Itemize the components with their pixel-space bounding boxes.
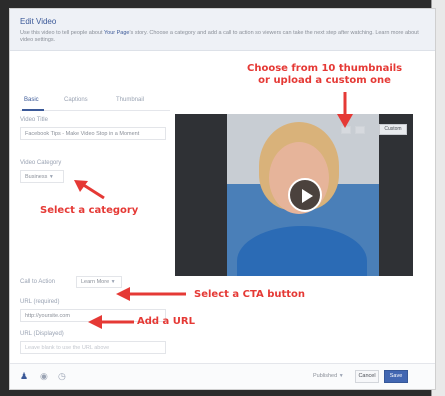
annotation-cta: Select a CTA button [194, 289, 306, 300]
play-icon[interactable] [288, 178, 322, 212]
annotation-category-arrow [74, 180, 105, 200]
publish-status-value: Published [313, 373, 338, 379]
video-title-label: Video Title [20, 117, 48, 123]
annotation-url: Add a URL [137, 316, 195, 327]
dialog-footer: ♟ ◉ ◷ Published ▼ Cancel Save [10, 363, 435, 389]
clock-icon[interactable]: ◷ [58, 371, 66, 382]
dialog-intro: Use this video to tell people about Your… [20, 30, 420, 44]
video-preview[interactable]: Custom [175, 114, 413, 276]
url-label: URL (required) [20, 299, 60, 305]
dialog-header: Edit Video Use this video to tell people… [10, 9, 435, 51]
annotation-thumbnails-line2: or upload a custom one [258, 75, 391, 86]
tab-basic[interactable]: Basic [24, 97, 39, 103]
custom-thumbnail-button[interactable]: Custom [379, 124, 407, 135]
annotation-url-arrow [88, 315, 134, 329]
annotation-thumbnails-arrow [337, 92, 353, 128]
annotation-thumbnails: Choose from 10 thumbnails or upload a cu… [247, 63, 402, 87]
active-tab-indicator [22, 109, 44, 111]
video-category-label: Video Category [20, 160, 62, 166]
tab-thumbnail[interactable]: Thumbnail [116, 97, 144, 103]
video-subject-shirt [237, 226, 367, 276]
tab-bar: Basic Captions Thumbnail [20, 95, 170, 111]
page-name-link[interactable]: Your Page [104, 30, 130, 36]
save-button[interactable]: Save [384, 370, 408, 383]
video-category-value: Business [25, 174, 48, 180]
video-title-input[interactable]: Facebook Tips - Make Video Stop in a Mom… [20, 127, 166, 140]
cancel-button[interactable]: Cancel [355, 370, 379, 383]
annotation-category: Select a category [40, 205, 139, 216]
chevron-down-icon: ▼ [338, 373, 344, 379]
chevron-down-icon: ▼ [110, 279, 116, 285]
cta-label: Call to Action [20, 279, 56, 285]
publish-status-select[interactable]: Published ▼ [313, 373, 344, 379]
chevron-down-icon: ▼ [48, 174, 54, 180]
video-frame [227, 114, 379, 276]
cta-value: Learn More [81, 279, 110, 285]
video-category-select[interactable]: Business ▼ [20, 170, 64, 183]
annotation-cta-arrow [116, 287, 186, 301]
tab-captions[interactable]: Captions [64, 97, 88, 103]
display-url-label: URL (Displayed) [20, 331, 64, 337]
dialog-title: Edit Video [20, 17, 57, 26]
intro-prefix: Use this video to tell people about [20, 30, 104, 36]
display-url-input[interactable]: Leave blank to use the URL above [20, 341, 166, 354]
annotation-thumbnails-line1: Choose from 10 thumbnails [247, 63, 403, 74]
location-icon[interactable]: ◉ [40, 371, 48, 382]
person-icon[interactable]: ♟ [20, 371, 28, 382]
